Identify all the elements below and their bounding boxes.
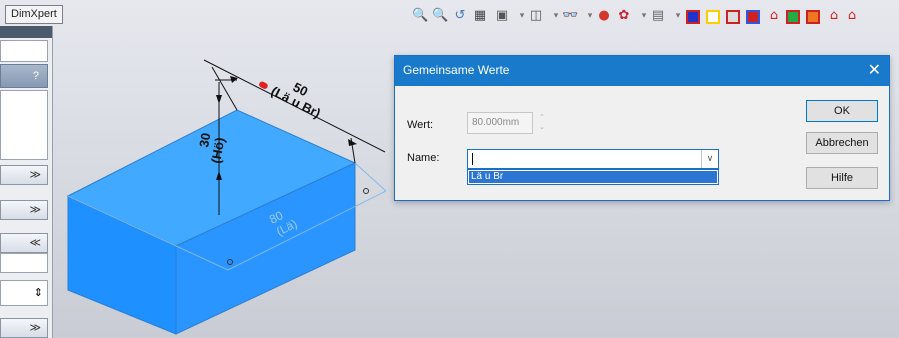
view-settings-icon[interactable]: ▤ xyxy=(650,8,666,24)
name-label: Name: xyxy=(407,152,440,164)
wert-label: Wert: xyxy=(407,119,434,131)
section-collapse-button[interactable]: ≫ xyxy=(0,200,48,220)
dimxpert-tab[interactable]: DimXpert xyxy=(5,5,63,24)
name-combobox[interactable]: ∨ xyxy=(467,149,719,169)
section-collapse-button[interactable]: ≫ xyxy=(0,318,48,338)
section-view-icon[interactable]: ▦ xyxy=(472,8,488,24)
cancel-button[interactable]: Abbrechen xyxy=(806,132,878,154)
edit-appearance-icon[interactable]: ● xyxy=(596,8,612,24)
apply-scene-icon[interactable]: ✿ xyxy=(616,8,632,24)
panel-header xyxy=(0,26,52,38)
zoom-to-fit-icon[interactable]: 🔍 xyxy=(412,8,428,24)
dialog-title: Gemeinsame Werte xyxy=(403,63,510,77)
dropdown-arrow-icon[interactable]: ▾ xyxy=(670,8,686,24)
view-cube-icon[interactable] xyxy=(786,10,800,24)
section-expand-button[interactable]: ≪ xyxy=(0,233,48,253)
arrow-head xyxy=(216,95,222,104)
panel-section xyxy=(0,40,48,62)
help-button[interactable]: ? xyxy=(0,64,48,88)
previous-view-icon[interactable]: ↺ xyxy=(452,8,468,24)
panel-section xyxy=(0,90,48,160)
origin-marker xyxy=(363,188,369,194)
panel-spinner[interactable]: ⇕ xyxy=(0,280,48,306)
view-cube-icon[interactable]: ⌂ xyxy=(766,8,782,24)
close-icon[interactable]: ✕ xyxy=(868,60,881,79)
name-dropdown-list: Lä u Br xyxy=(467,169,719,185)
view-orientation-icon[interactable]: ▣ xyxy=(494,8,510,24)
view-cube-icon[interactable] xyxy=(686,10,700,24)
dialog-title-bar[interactable]: Gemeinsame Werte ✕ xyxy=(395,56,889,86)
dropdown-option[interactable]: Lä u Br xyxy=(469,171,717,183)
arrow-head xyxy=(348,139,357,146)
wert-spinner-icon[interactable]: ⌃ ⌄ xyxy=(537,112,547,134)
help-button[interactable]: Hilfe xyxy=(806,167,878,189)
view-cube-icon[interactable] xyxy=(706,10,720,24)
section-collapse-button[interactable]: ≫ xyxy=(0,165,48,185)
text-caret xyxy=(472,153,473,165)
shared-values-dialog: Gemeinsame Werte ✕ Wert: 80.000mm ⌃ ⌄ Nam… xyxy=(394,55,890,201)
ok-button[interactable]: OK xyxy=(806,100,878,122)
hidden-edge xyxy=(354,162,387,192)
hide-show-icon[interactable]: 👓 xyxy=(562,8,578,24)
view-cube-icon[interactable]: ⌂ xyxy=(844,8,860,24)
view-cube-icon[interactable] xyxy=(806,10,820,24)
view-cube-icon[interactable] xyxy=(746,10,760,24)
display-style-icon[interactable]: ◫ xyxy=(528,8,544,24)
view-cube-icon[interactable] xyxy=(726,10,740,24)
zoom-area-icon[interactable]: 🔍 xyxy=(432,8,448,24)
panel-input[interactable] xyxy=(0,253,48,273)
wert-field[interactable]: 80.000mm xyxy=(467,112,533,134)
view-cube-icon[interactable]: ⌂ xyxy=(826,8,842,24)
chevron-down-icon[interactable]: ∨ xyxy=(701,150,718,168)
